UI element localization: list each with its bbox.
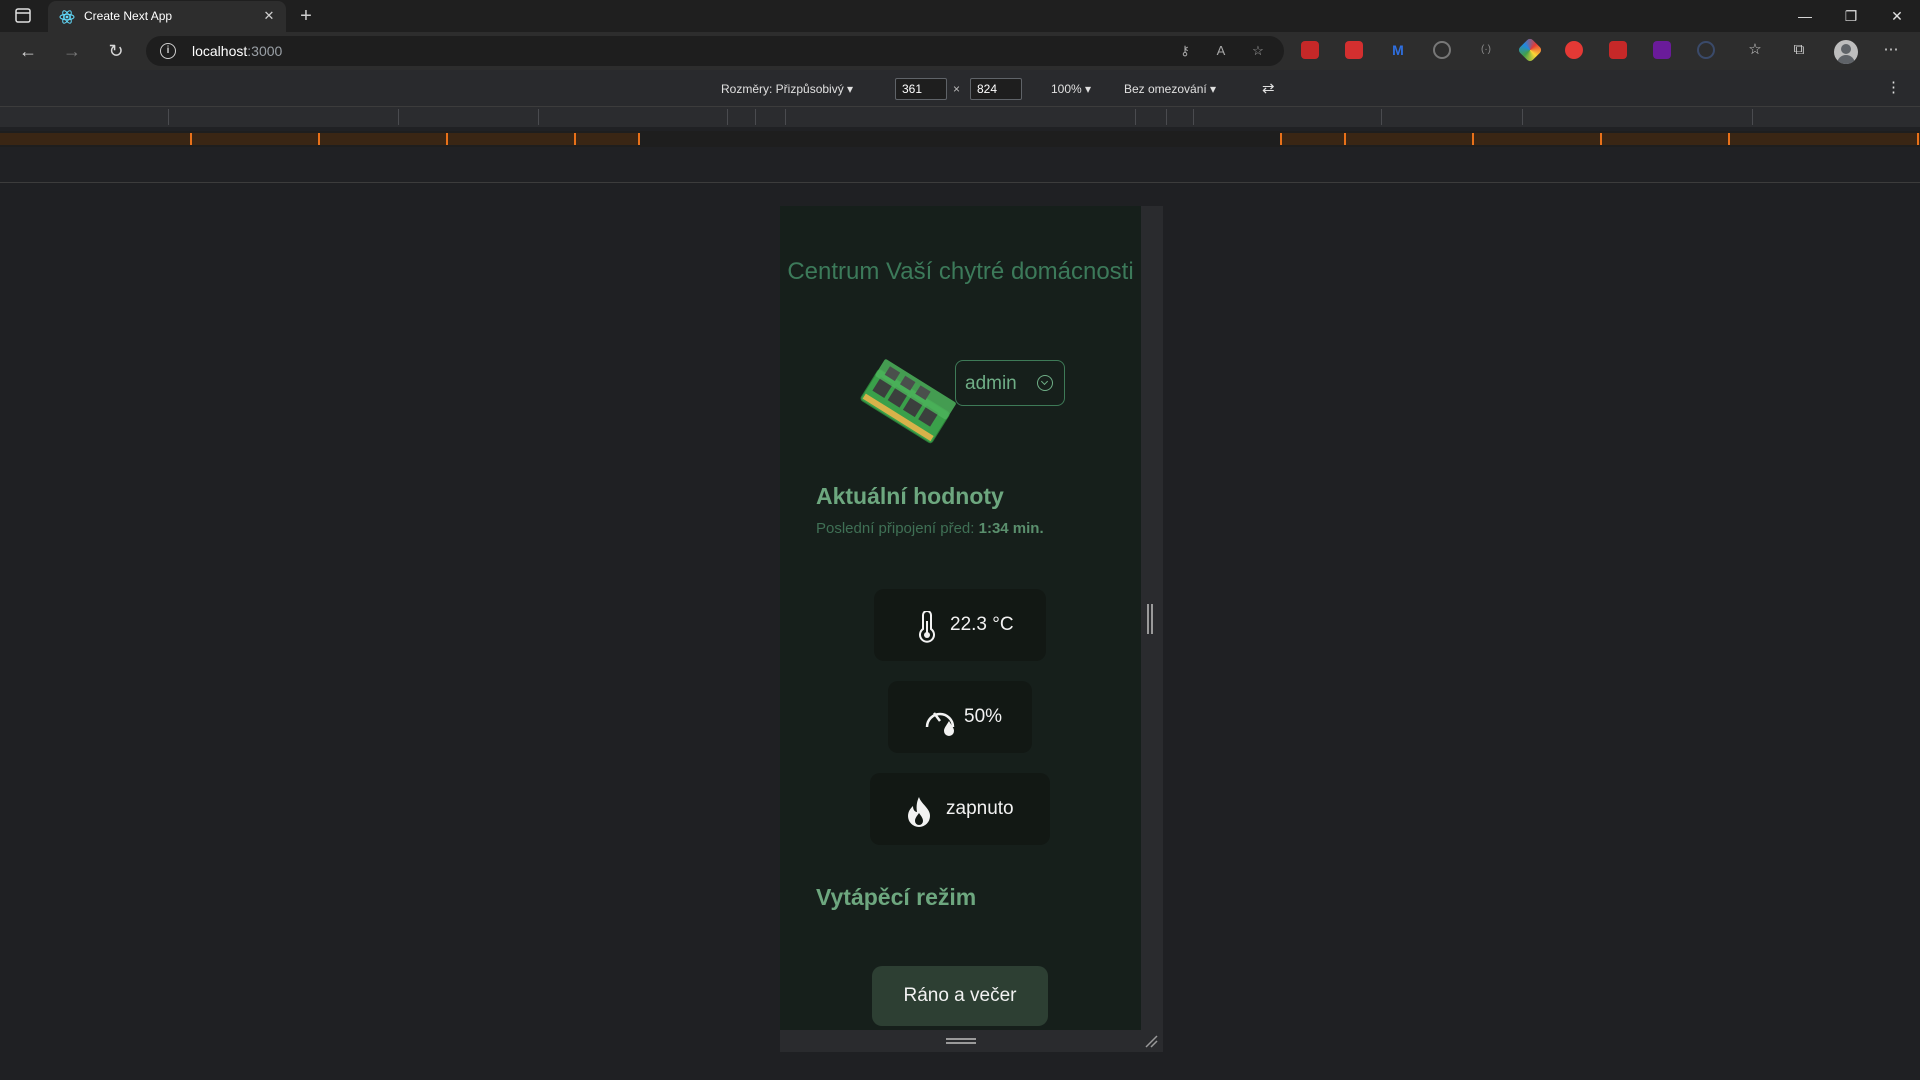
url-text: localhost:3000 <box>192 43 283 59</box>
extension-m-icon[interactable]: M <box>1389 41 1407 59</box>
user-menu-button[interactable]: admin <box>955 360 1065 406</box>
memory-module-image <box>852 358 956 458</box>
browser-tab[interactable]: Create Next App ✕ <box>48 1 286 32</box>
heating-status: zapnuto <box>946 798 1014 819</box>
app-title: Centrum Vaší chytré domácnosti <box>787 258 1134 285</box>
last-connection-text: Poslední připojení před: 1:34 min. <box>816 520 1044 537</box>
heating-mode-heading: Vytápěcí režim <box>816 884 977 910</box>
media-query-segment[interactable] <box>168 109 169 125</box>
current-values-heading: Aktuální hodnoty <box>816 483 1004 509</box>
dimension-separator: × <box>953 82 961 96</box>
humidity-value: 50% <box>964 706 1003 727</box>
media-query-segment[interactable] <box>1166 109 1167 125</box>
device-toolbar: Rozměry: Přizpůsobivý ▾ × 100% ▾ Bez ome… <box>0 70 1920 107</box>
title-bar: Create Next App ✕ + — ❐ ✕ <box>0 0 1920 32</box>
user-name: admin <box>965 373 1017 394</box>
ruler-tick <box>638 133 640 145</box>
ruler-tick <box>574 133 576 145</box>
resize-grip-icon[interactable] <box>1147 604 1153 634</box>
extension-icon-10[interactable] <box>1697 41 1715 59</box>
more-menu-icon[interactable]: ⋯ <box>1880 39 1902 61</box>
minimize-icon[interactable]: — <box>1782 0 1828 32</box>
collections-icon[interactable]: ⧉ <box>1788 39 1810 61</box>
restore-icon[interactable]: ❐ <box>1828 0 1874 32</box>
humidity-gauge-icon <box>922 703 958 736</box>
media-query-segment[interactable] <box>1193 109 1194 125</box>
react-icon <box>59 9 75 25</box>
media-query-segment[interactable] <box>1752 109 1753 125</box>
chevron-down-circle-icon <box>1037 375 1053 391</box>
media-query-segment[interactable] <box>785 109 786 125</box>
humidity-card: 50% <box>888 681 1032 753</box>
back-icon[interactable]: ← <box>14 37 42 65</box>
media-query-segment[interactable] <box>755 109 756 125</box>
info-icon[interactable]: i <box>160 43 176 59</box>
height-input[interactable] <box>970 78 1022 100</box>
temperature-value: 22.3 °C <box>950 614 1014 635</box>
navigation-bar: ← → ↻ i localhost:3000 ⚷ A ☆ <box>0 32 1920 70</box>
media-query-segment[interactable] <box>1381 109 1382 125</box>
rotate-icon[interactable]: ⇄ <box>1262 79 1275 97</box>
throttling-dropdown[interactable]: Bez omezování ▾ <box>1124 82 1216 96</box>
heating-mode-button[interactable]: Ráno a večer <box>872 966 1048 1026</box>
emulated-device-screen: Centrum Vaší chytré domácnosti admin Akt… <box>780 206 1141 1030</box>
ruler-tick <box>1600 133 1602 145</box>
extension-broadcast-icon[interactable]: (·) <box>1477 41 1495 59</box>
devtools-more-icon[interactable]: ⋮ <box>1886 78 1901 96</box>
extension-icon-9[interactable] <box>1653 41 1671 59</box>
temperature-card: 22.3 °C <box>874 589 1046 661</box>
heating-card: zapnuto <box>870 773 1050 845</box>
media-query-segment[interactable] <box>727 109 728 125</box>
media-query-segment[interactable] <box>398 109 399 125</box>
tab-actions-icon[interactable] <box>12 6 34 26</box>
media-query-segment[interactable] <box>1522 109 1523 125</box>
ruler-tick <box>190 133 192 145</box>
address-bar[interactable]: i localhost:3000 ⚷ A ☆ <box>146 36 1284 66</box>
read-aloud-icon[interactable]: A <box>1212 42 1230 60</box>
ruler-tick <box>1344 133 1346 145</box>
profile-avatar[interactable] <box>1834 40 1858 64</box>
thermometer-icon <box>912 610 942 643</box>
extension-red-icon[interactable] <box>1565 41 1583 59</box>
extension-icon-1[interactable] <box>1301 41 1319 59</box>
favorites-icon[interactable]: ☆ <box>1744 39 1766 61</box>
extension-icon-2[interactable] <box>1345 41 1363 59</box>
close-tab-icon[interactable]: ✕ <box>260 7 278 25</box>
add-favorite-icon[interactable]: ☆ <box>1249 42 1267 60</box>
dimensions-dropdown[interactable]: Rozměry: Přizpůsobivý ▾ <box>721 82 853 96</box>
extension-icon-8[interactable] <box>1609 41 1627 59</box>
ruler-range-left <box>0 133 640 145</box>
resize-grip-icon[interactable] <box>946 1038 976 1044</box>
heating-mode-label: Ráno a večer <box>903 985 1017 1006</box>
ruler-tick <box>318 133 320 145</box>
media-query-segment[interactable] <box>1135 109 1136 125</box>
ruler-tick <box>446 133 448 145</box>
ruler-tick <box>1917 133 1919 145</box>
ruler-tick <box>1280 133 1282 145</box>
extension-headphones-icon[interactable] <box>1433 41 1451 59</box>
width-input[interactable] <box>895 78 947 100</box>
ruler-tick <box>1728 133 1730 145</box>
reload-icon[interactable]: ↻ <box>102 37 130 65</box>
flame-icon <box>904 795 934 827</box>
ruler-tick <box>1472 133 1474 145</box>
zoom-dropdown[interactable]: 100% ▾ <box>1051 82 1091 96</box>
new-tab-icon[interactable]: + <box>294 4 318 28</box>
resize-corner-icon[interactable] <box>1143 1033 1159 1049</box>
forward-icon[interactable]: → <box>58 37 86 65</box>
tab-title: Create Next App <box>84 9 173 23</box>
media-query-bar <box>0 107 1920 127</box>
close-window-icon[interactable]: ✕ <box>1874 0 1920 32</box>
key-icon[interactable]: ⚷ <box>1176 42 1194 60</box>
media-query-segment[interactable] <box>538 109 539 125</box>
